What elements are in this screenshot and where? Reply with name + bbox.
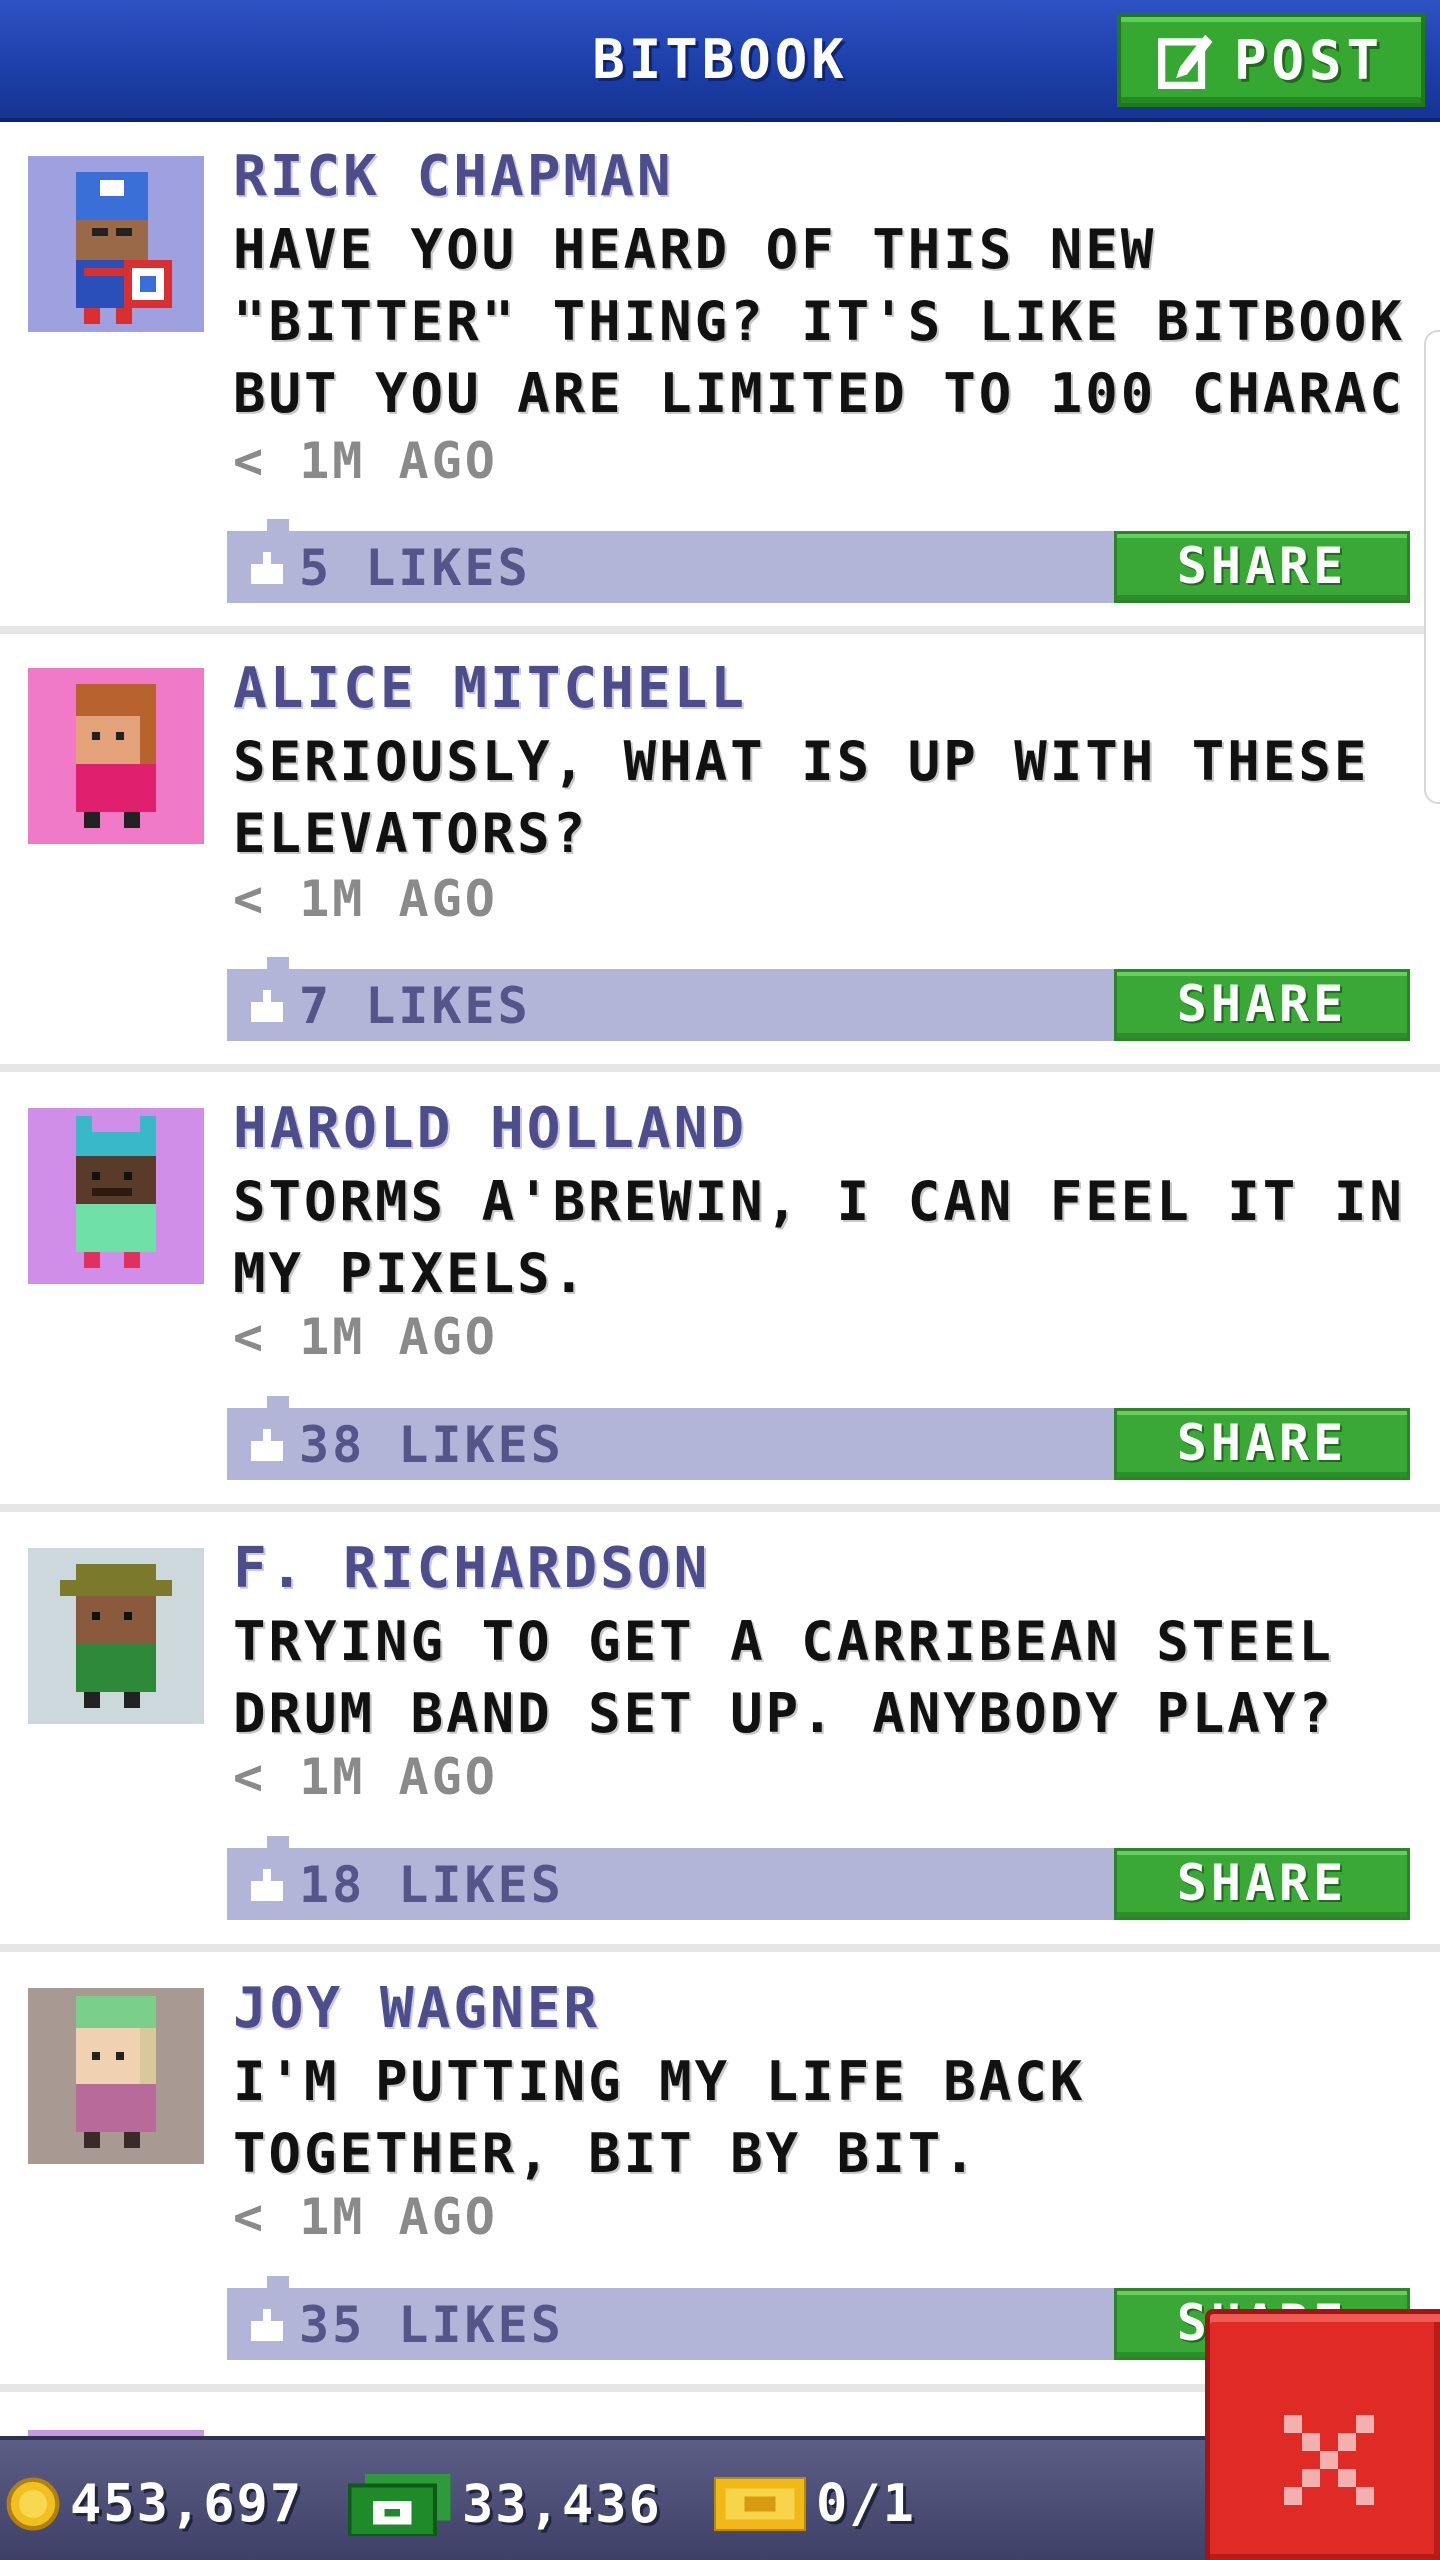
thumbs-up-icon — [251, 1869, 283, 1901]
likes-count-label: 35 LIKES — [299, 2296, 564, 2354]
post-button-label: POST — [1233, 28, 1385, 92]
coin-icon — [6, 2477, 60, 2531]
post-author[interactable]: JOY WAGNER — [233, 1976, 600, 2041]
bux-value: 33,436 — [462, 2475, 662, 2535]
likes-bar-tab — [267, 957, 289, 971]
thumbs-up-icon — [251, 1429, 283, 1461]
edit-icon — [1157, 34, 1213, 89]
post-message: I'M PUTTING MY LIFE BACK TOGETHER, BIT B… — [233, 2050, 1086, 2185]
likes-count[interactable]: 35 LIKES — [247, 2296, 564, 2354]
post-author[interactable]: RICK CHAPMAN — [233, 144, 674, 209]
likes-bar-tab — [267, 1396, 289, 1410]
scrollbar[interactable] — [1424, 330, 1440, 804]
coins-value: 453,697 — [70, 2474, 304, 2534]
post-divider — [0, 1504, 1440, 1512]
likes-bar-tab — [267, 1836, 289, 1850]
post-divider — [0, 1064, 1440, 1072]
thumbs-up-icon — [251, 990, 283, 1022]
app-header: BITBOOK POST — [0, 0, 1440, 122]
bux-counter: 33,436 — [348, 2474, 662, 2536]
likes-count-label: 38 LIKES — [299, 1416, 564, 1474]
share-button[interactable]: SHARE — [1114, 531, 1410, 603]
likes-count[interactable]: 7 LIKES — [247, 977, 531, 1035]
post-timestamp: < 1M AGO — [233, 870, 498, 928]
avatar[interactable] — [28, 156, 204, 332]
likes-count-label: 5 LIKES — [299, 539, 531, 597]
post-timestamp: < 1M AGO — [233, 1748, 498, 1806]
post-divider — [0, 1944, 1440, 1952]
post-author[interactable]: F. RICHARDSON — [233, 1536, 710, 1601]
likes-bar-tab — [267, 519, 289, 533]
share-button[interactable]: SHARE — [1114, 1848, 1410, 1920]
likes-count-label: 18 LIKES — [299, 1856, 564, 1914]
post-divider — [0, 626, 1440, 634]
likes-count[interactable]: 38 LIKES — [247, 1416, 564, 1474]
feed-post: RICK CHAPMAN HAVE YOU HEARD OF THIS NEW … — [0, 126, 1440, 603]
post-message: SERIOUSLY, WHAT IS UP WITH THESE ELEVATO… — [233, 730, 1370, 865]
post-timestamp: < 1M AGO — [233, 1308, 498, 1366]
post-message: TRYING TO GET A CARRIBEAN STEEL DRUM BAN… — [233, 1610, 1334, 1745]
post-timestamp: < 1M AGO — [233, 432, 498, 490]
avatar[interactable] — [28, 668, 204, 844]
likes-bar: 7 LIKES SHARE — [227, 957, 1410, 1041]
post-message: STORMS A'BREWIN, I CAN FEEL IT IN MY PIX… — [233, 1170, 1405, 1305]
post-author[interactable]: ALICE MITCHELL — [233, 656, 747, 721]
coins-counter: 453,697 — [6, 2474, 303, 2534]
thumbs-up-icon — [251, 2309, 283, 2341]
likes-count[interactable]: 18 LIKES — [247, 1856, 564, 1914]
share-button[interactable]: SHARE — [1114, 969, 1410, 1041]
avatar[interactable] — [28, 1108, 204, 1284]
likes-bar: 18 LIKES SHARE — [227, 1836, 1410, 1920]
feed-post: F. RICHARDSON TRYING TO GET A CARRIBEAN … — [0, 1518, 1440, 1958]
feed-post: HAROLD HOLLAND STORMS A'BREWIN, I CAN FE… — [0, 1078, 1440, 1518]
likes-count-label: 7 LIKES — [299, 977, 531, 1035]
bux-icon — [348, 2474, 451, 2536]
likes-count[interactable]: 5 LIKES — [247, 539, 531, 597]
likes-bar: 38 LIKES SHARE — [227, 1396, 1410, 1480]
post-message: HAVE YOU HEARD OF THIS NEW "BITTER" THIN… — [233, 218, 1405, 425]
thumbs-up-icon — [251, 552, 283, 584]
post-author[interactable]: HAROLD HOLLAND — [233, 1096, 747, 1161]
avatar[interactable] — [28, 1548, 204, 1724]
close-icon — [1284, 2415, 1374, 2505]
likes-bar-tab — [267, 2276, 289, 2290]
ticket-icon — [714, 2477, 806, 2531]
post-button[interactable]: POST — [1117, 13, 1425, 107]
avatar[interactable] — [28, 1988, 204, 2164]
post-timestamp: < 1M AGO — [233, 2188, 498, 2246]
tickets-value: 0/1 — [816, 2474, 916, 2534]
likes-bar: 5 LIKES SHARE — [227, 519, 1410, 603]
share-button[interactable]: SHARE — [1114, 1408, 1410, 1480]
close-button[interactable] — [1205, 2309, 1440, 2560]
feed-post: ALICE MITCHELL SERIOUSLY, WHAT IS UP WIT… — [0, 638, 1440, 1078]
tickets-counter: 0/1 — [714, 2474, 916, 2534]
